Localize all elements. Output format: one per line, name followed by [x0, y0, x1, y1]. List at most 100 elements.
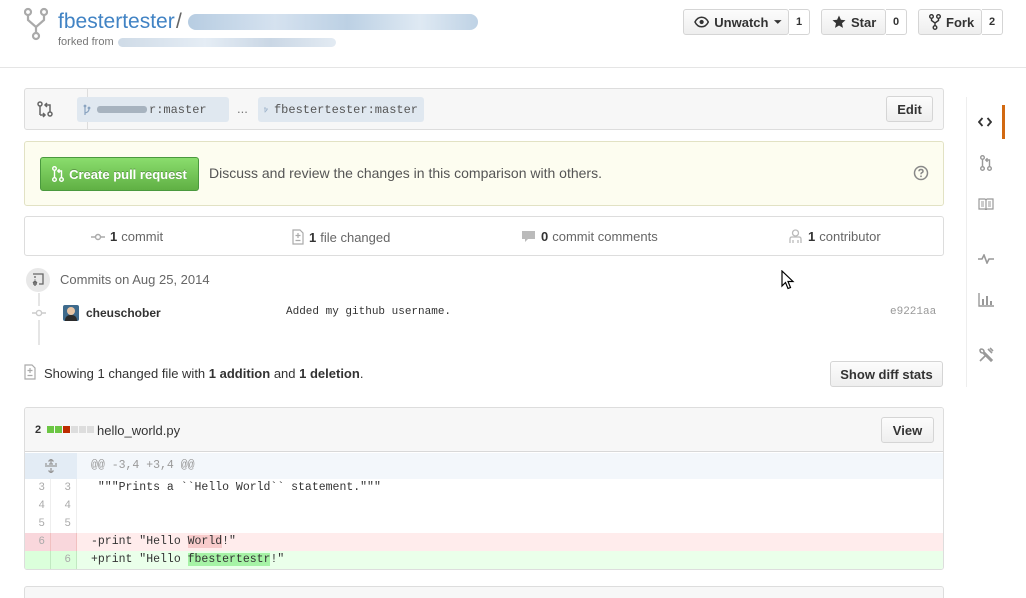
tools-icon	[979, 347, 994, 363]
diff-summary-text: Showing 1 changed file with 1 addition a…	[44, 366, 363, 381]
question-icon[interactable]	[913, 165, 929, 181]
old-line-number	[25, 551, 51, 569]
pulse-icon	[978, 254, 994, 264]
git-pull-request-icon	[52, 166, 65, 182]
commits-tab[interactable]: 1 commit	[91, 229, 163, 244]
banner-message: Discuss and review the changes in this c…	[209, 165, 602, 181]
contributors-label: contributor	[819, 229, 881, 244]
eye-icon	[694, 16, 710, 28]
star-label: Star	[851, 14, 877, 30]
file-change-count: 2	[35, 424, 42, 436]
create-pull-request-label: Create pull request	[69, 166, 187, 182]
old-line-number[interactable]: 3	[25, 479, 51, 497]
nav-wiki[interactable]	[967, 187, 1005, 221]
repo-owner-link[interactable]: fbestertester	[58, 10, 175, 34]
diff-summary-and: and	[273, 366, 296, 381]
nav-pull-requests[interactable]	[967, 146, 1005, 180]
file-diff-icon	[292, 229, 304, 245]
contributors-tab[interactable]: 1 contributor	[788, 229, 881, 244]
git-pull-request-icon	[980, 155, 992, 171]
file-header: 2 hello_world.py View	[25, 408, 943, 452]
git-commit-icon	[91, 233, 105, 240]
fork-label: Fork	[946, 14, 975, 30]
repo-forked-icon	[929, 14, 941, 30]
old-line-number[interactable]: 6	[25, 533, 51, 551]
unwatch-button[interactable]: Unwatch	[683, 9, 789, 35]
diffstat-block	[47, 426, 54, 433]
deleted-line: 6 -print "Hello World!"	[25, 533, 943, 551]
watchers-count[interactable]: 1	[789, 9, 810, 35]
organization-icon	[789, 229, 802, 243]
diffstat-block	[63, 426, 70, 433]
commits-group-icon	[26, 268, 50, 292]
repo-sidebar-nav	[966, 97, 1005, 387]
graph-icon	[978, 293, 994, 307]
diff-line: 5 5	[25, 515, 943, 533]
forks-count[interactable]: 2	[982, 9, 1003, 35]
files-count: 1	[309, 229, 317, 245]
unwatch-label: Unwatch	[714, 14, 769, 30]
git-compare-icon	[37, 101, 53, 118]
files-changed-tab[interactable]: 1 file changed	[292, 229, 390, 245]
commits-date-heading: Commits on Aug 25, 2014	[60, 272, 210, 287]
fork-button[interactable]: Fork	[918, 9, 982, 35]
commits-count: 1	[110, 229, 118, 244]
view-file-button[interactable]: View	[881, 417, 934, 443]
forked-from-link-redacted[interactable]	[118, 38, 336, 47]
comments-label: commit comments	[552, 229, 658, 244]
nav-pulse[interactable]	[967, 242, 1005, 276]
commit-comments-tab[interactable]: 0 commit comments	[521, 229, 658, 244]
new-line-number	[51, 533, 77, 551]
comment-icon	[522, 231, 535, 242]
diffstat-block	[79, 426, 86, 433]
repo-push-icon	[32, 273, 44, 286]
comments-count: 0	[541, 229, 549, 244]
repo-forked-icon	[24, 7, 48, 41]
nav-code[interactable]	[967, 105, 1005, 139]
commit-sha[interactable]: e9221aa	[890, 306, 936, 318]
diff-line: 4 4	[25, 497, 943, 515]
hunk-header: @@ -3,4 +3,4 @@	[25, 453, 943, 479]
file-name[interactable]: hello_world.py	[97, 423, 180, 438]
commits-label: commit	[121, 229, 164, 244]
deleted-word: World	[187, 535, 223, 548]
git-branch-icon	[83, 104, 91, 115]
pull-request-banner: Create pull request Discuss and review t…	[24, 141, 944, 206]
commit-author[interactable]: cheuschober	[86, 306, 161, 320]
diffstat-block	[55, 426, 62, 433]
stargazers-count[interactable]: 0	[886, 9, 907, 35]
caret-down-icon	[774, 20, 783, 24]
create-pull-request-button[interactable]: Create pull request	[40, 157, 199, 191]
head-branch-selector[interactable]: fbestertester:master	[258, 97, 424, 122]
commit-message[interactable]: Added my github username.	[286, 306, 451, 318]
git-commit-icon	[32, 306, 46, 320]
deletions-count: 1 deletion	[299, 366, 360, 381]
avatar[interactable]	[63, 305, 79, 321]
compare-range-editor: r:master ... fbestertester:master Edit	[24, 88, 944, 130]
line-code: +print "Hello fbestertestr!"	[91, 553, 285, 566]
show-diff-stats-button[interactable]: Show diff stats	[830, 361, 943, 387]
new-line-number[interactable]: 4	[51, 497, 77, 515]
repo-header: fbestertester / forked from Unwatch 1 St…	[0, 0, 1026, 68]
base-branch-selector[interactable]: r:master	[77, 97, 229, 122]
unfold-icon[interactable]	[25, 453, 77, 479]
line-code: -print "Hello World!"	[91, 535, 236, 548]
edit-range-button[interactable]: Edit	[886, 96, 933, 122]
base-branch-label: r:master	[149, 102, 207, 117]
diff-summary-prefix: Showing 1 changed file with	[44, 366, 206, 381]
range-ellipsis: ...	[237, 101, 248, 116]
code-icon	[977, 117, 992, 127]
files-label: file changed	[320, 229, 391, 245]
old-line-number[interactable]: 5	[25, 515, 51, 533]
new-line-number[interactable]: 5	[51, 515, 77, 533]
star-button[interactable]: Star	[821, 9, 886, 35]
nav-settings[interactable]	[967, 338, 1005, 372]
mouse-cursor-icon	[781, 270, 795, 290]
path-divider: /	[176, 10, 182, 33]
hunk-range: @@ -3,4 +3,4 @@	[91, 459, 195, 472]
new-line-number[interactable]: 3	[51, 479, 77, 497]
repo-name-redacted	[188, 14, 478, 30]
new-line-number[interactable]: 6	[51, 551, 77, 569]
nav-graphs[interactable]	[967, 283, 1005, 317]
old-line-number[interactable]: 4	[25, 497, 51, 515]
